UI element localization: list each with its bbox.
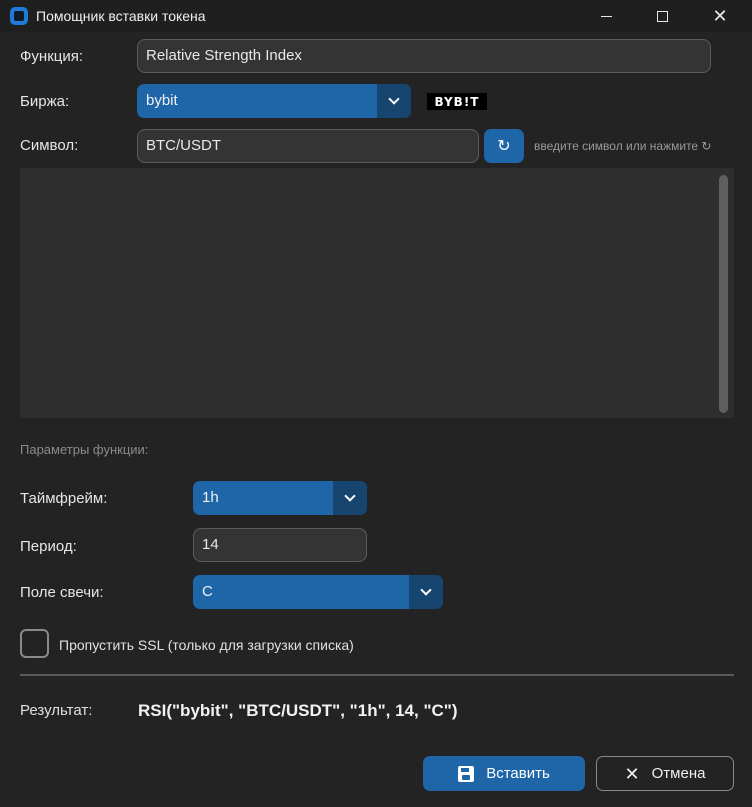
- chevron-down-icon: [388, 93, 400, 105]
- symbol-input[interactable]: BTC/USDT: [137, 129, 479, 163]
- result-value: RSI("bybit", "BTC/USDT", "1h", 14, "C"): [138, 701, 458, 720]
- symbol-label: Символ:: [20, 137, 79, 154]
- symbol-list-scrollbar[interactable]: [719, 175, 728, 413]
- bybit-logo-text: BYB!T: [434, 94, 480, 109]
- insert-button-label: Вставить: [486, 765, 550, 782]
- save-icon: [458, 765, 475, 782]
- maximize-icon: [656, 10, 668, 22]
- function-field[interactable]: Relative Strength Index: [137, 39, 711, 73]
- title-bar: Помощник вставки токена ✕: [0, 0, 752, 32]
- period-label: Период:: [20, 538, 77, 555]
- result-label: Результат:: [20, 702, 93, 719]
- minimize-button[interactable]: [583, 0, 629, 32]
- close-icon: ✕: [712, 5, 728, 26]
- close-icon: ✕: [624, 763, 640, 784]
- candle-field-dropdown-button[interactable]: [409, 575, 443, 609]
- close-button[interactable]: ✕: [697, 0, 743, 32]
- period-input[interactable]: 14: [193, 528, 367, 562]
- timeframe-label: Таймфрейм:: [20, 490, 108, 507]
- timeframe-select[interactable]: 1h: [193, 481, 367, 515]
- skip-ssl-checkbox[interactable]: [20, 629, 49, 658]
- insert-button[interactable]: Вставить: [423, 756, 585, 791]
- chevron-down-icon: [344, 490, 356, 502]
- function-label: Функция:: [20, 48, 84, 65]
- exchange-dropdown-button[interactable]: [377, 84, 411, 118]
- chevron-down-icon: [420, 584, 432, 596]
- maximize-button[interactable]: [639, 0, 685, 32]
- params-section-title: Параметры функции:: [20, 442, 149, 457]
- cancel-button[interactable]: ✕ Отмена: [596, 756, 734, 791]
- bybit-logo: BYB!T: [427, 93, 487, 110]
- exchange-select[interactable]: bybit: [137, 84, 411, 118]
- symbol-list[interactable]: [20, 168, 734, 418]
- refresh-icon: ↻: [497, 138, 511, 155]
- divider: [20, 674, 734, 676]
- exchange-label: Биржа:: [20, 93, 70, 110]
- window-title: Помощник вставки токена: [36, 8, 206, 24]
- skip-ssl-label[interactable]: Пропустить SSL (только для загрузки спис…: [59, 637, 354, 653]
- minimize-icon: [600, 15, 612, 17]
- timeframe-value: 1h: [202, 489, 219, 506]
- app-icon: [10, 7, 28, 25]
- candle-field-value: C: [202, 583, 213, 600]
- candle-field-select[interactable]: C: [193, 575, 443, 609]
- dialog-body: Функция: Relative Strength Index Биржа: …: [0, 32, 752, 807]
- exchange-value: bybit: [146, 92, 178, 109]
- timeframe-dropdown-button[interactable]: [333, 481, 367, 515]
- symbol-hint: введите символ или нажмите ↻: [534, 139, 712, 153]
- candle-field-label: Поле свечи:: [20, 584, 104, 601]
- cancel-button-label: Отмена: [651, 765, 706, 782]
- refresh-button[interactable]: ↻: [484, 129, 524, 163]
